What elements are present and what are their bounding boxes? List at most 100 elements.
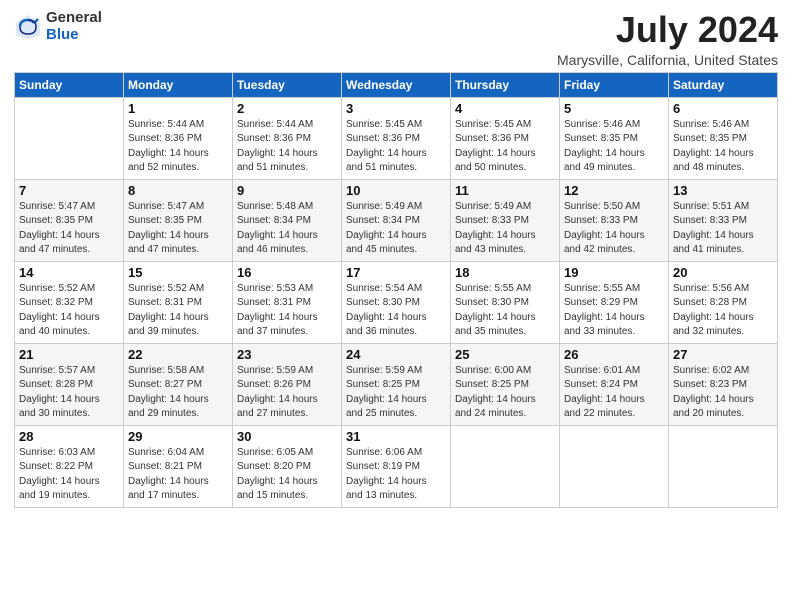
week-row-0: 1Sunrise: 5:44 AMSunset: 8:36 PMDaylight…: [15, 97, 778, 179]
calendar-cell: 9 Sunrise: 5:48 AMSunset: 8:34 PMDaylight…: [233, 179, 342, 261]
day-info: Sunrise: 5:49 AMSunset: 8:33 PMDaylight:…: [455, 200, 555, 258]
logo-icon: [14, 13, 42, 41]
header-friday: Friday: [560, 72, 669, 97]
day-number: 23: [237, 347, 337, 362]
day-info: Sunrise: 5:52 AMSunset: 8:31 PMDaylight:…: [128, 282, 228, 340]
day-info: Sunrise: 6:04 AMSunset: 8:21 PMDaylight:…: [128, 446, 228, 504]
header-monday: Monday: [124, 72, 233, 97]
day-info: Sunrise: 6:06 AMSunset: 8:19 PMDaylight:…: [346, 446, 446, 504]
day-info: Sunrise: 5:46 AMSunset: 8:35 PMDaylight:…: [564, 118, 664, 176]
day-number: 21: [19, 347, 119, 362]
day-info: Sunrise: 5:59 AMSunset: 8:25 PMDaylight:…: [346, 364, 446, 422]
logo-general: General: [46, 10, 102, 27]
calendar-cell: 18Sunrise: 5:55 AMSunset: 8:30 PMDayligh…: [451, 261, 560, 343]
header-wednesday: Wednesday: [342, 72, 451, 97]
day-info: Sunrise: 5:55 AMSunset: 8:30 PMDaylight:…: [455, 282, 555, 340]
day-info: Sunrise: 5:53 AMSunset: 8:31 PMDaylight:…: [237, 282, 337, 340]
day-number: 3: [346, 101, 446, 116]
day-info: Sunrise: 6:03 AMSunset: 8:22 PMDaylight:…: [19, 446, 119, 504]
header: General Blue July 2024 Marysville, Calif…: [14, 10, 778, 68]
week-row-2: 14Sunrise: 5:52 AMSunset: 8:32 PMDayligh…: [15, 261, 778, 343]
day-number: 30: [237, 429, 337, 444]
day-number: 27: [673, 347, 773, 362]
calendar-cell: 23 Sunrise: 5:59 AMSunset: 8:26 PMDayligh…: [233, 343, 342, 425]
day-info: Sunrise: 5:50 AMSunset: 8:33 PMDaylight:…: [564, 200, 664, 258]
day-info: Sunrise: 5:57 AMSunset: 8:28 PMDaylight:…: [19, 364, 119, 422]
day-info: Sunrise: 5:45 AMSunset: 8:36 PMDaylight:…: [346, 118, 446, 176]
day-info: Sunrise: 6:01 AMSunset: 8:24 PMDaylight:…: [564, 364, 664, 422]
calendar-cell: 8Sunrise: 5:47 AMSunset: 8:35 PMDaylight…: [124, 179, 233, 261]
header-tuesday: Tuesday: [233, 72, 342, 97]
calendar-table: SundayMondayTuesdayWednesdayThursdayFrid…: [14, 72, 778, 508]
calendar-cell: 20 Sunrise: 5:56 AMSunset: 8:28 PMDayligh…: [669, 261, 778, 343]
day-number: 15: [128, 265, 228, 280]
day-number: 31: [346, 429, 446, 444]
day-number: 26: [564, 347, 664, 362]
calendar-cell: 19Sunrise: 5:55 AMSunset: 8:29 PMDayligh…: [560, 261, 669, 343]
header-thursday: Thursday: [451, 72, 560, 97]
day-number: 9: [237, 183, 337, 198]
calendar-cell: [15, 97, 124, 179]
day-info: Sunrise: 5:44 AMSunset: 8:36 PMDaylight:…: [237, 118, 337, 176]
day-number: 19: [564, 265, 664, 280]
calendar-cell: 22 Sunrise: 5:58 AMSunset: 8:27 PMDayligh…: [124, 343, 233, 425]
day-number: 2: [237, 101, 337, 116]
calendar-cell: 16Sunrise: 5:53 AMSunset: 8:31 PMDayligh…: [233, 261, 342, 343]
day-number: 7: [19, 183, 119, 198]
calendar-cell: [669, 425, 778, 507]
day-info: Sunrise: 5:56 AMSunset: 8:28 PMDaylight:…: [673, 282, 773, 340]
day-number: 17: [346, 265, 446, 280]
calendar-cell: [560, 425, 669, 507]
week-row-1: 7 Sunrise: 5:47 AMSunset: 8:35 PMDaylight…: [15, 179, 778, 261]
calendar-body: 1Sunrise: 5:44 AMSunset: 8:36 PMDaylight…: [15, 97, 778, 507]
calendar-cell: 5Sunrise: 5:46 AMSunset: 8:35 PMDaylight…: [560, 97, 669, 179]
calendar-cell: 3 Sunrise: 5:45 AMSunset: 8:36 PMDaylight…: [342, 97, 451, 179]
month-year: July 2024: [557, 10, 778, 50]
calendar-header: SundayMondayTuesdayWednesdayThursdayFrid…: [15, 72, 778, 97]
day-info: Sunrise: 5:47 AMSunset: 8:35 PMDaylight:…: [19, 200, 119, 258]
logo-blue: Blue: [46, 27, 102, 44]
week-row-4: 28 Sunrise: 6:03 AMSunset: 8:22 PMDayligh…: [15, 425, 778, 507]
header-sunday: Sunday: [15, 72, 124, 97]
day-number: 20: [673, 265, 773, 280]
day-info: Sunrise: 5:49 AMSunset: 8:34 PMDaylight:…: [346, 200, 446, 258]
day-info: Sunrise: 5:46 AMSunset: 8:35 PMDaylight:…: [673, 118, 773, 176]
day-info: Sunrise: 5:59 AMSunset: 8:26 PMDaylight:…: [237, 364, 337, 422]
day-info: Sunrise: 5:51 AMSunset: 8:33 PMDaylight:…: [673, 200, 773, 258]
week-row-3: 21 Sunrise: 5:57 AMSunset: 8:28 PMDayligh…: [15, 343, 778, 425]
calendar-cell: 1Sunrise: 5:44 AMSunset: 8:36 PMDaylight…: [124, 97, 233, 179]
day-info: Sunrise: 5:48 AMSunset: 8:34 PMDaylight:…: [237, 200, 337, 258]
calendar-cell: 28 Sunrise: 6:03 AMSunset: 8:22 PMDayligh…: [15, 425, 124, 507]
day-number: 13: [673, 183, 773, 198]
calendar-cell: 11 Sunrise: 5:49 AMSunset: 8:33 PMDayligh…: [451, 179, 560, 261]
calendar-cell: 26 Sunrise: 6:01 AMSunset: 8:24 PMDayligh…: [560, 343, 669, 425]
calendar-cell: 12 Sunrise: 5:50 AMSunset: 8:33 PMDayligh…: [560, 179, 669, 261]
day-info: Sunrise: 5:44 AMSunset: 8:36 PMDaylight:…: [128, 118, 228, 176]
calendar-cell: 21 Sunrise: 5:57 AMSunset: 8:28 PMDayligh…: [15, 343, 124, 425]
day-number: 11: [455, 183, 555, 198]
page-container: General Blue July 2024 Marysville, Calif…: [0, 0, 792, 516]
calendar-cell: 24Sunrise: 5:59 AMSunset: 8:25 PMDayligh…: [342, 343, 451, 425]
calendar-cell: 6 Sunrise: 5:46 AMSunset: 8:35 PMDaylight…: [669, 97, 778, 179]
calendar-cell: 25Sunrise: 6:00 AMSunset: 8:25 PMDayligh…: [451, 343, 560, 425]
calendar-cell: 4 Sunrise: 5:45 AMSunset: 8:36 PMDaylight…: [451, 97, 560, 179]
day-number: 4: [455, 101, 555, 116]
day-number: 10: [346, 183, 446, 198]
calendar-cell: 2 Sunrise: 5:44 AMSunset: 8:36 PMDaylight…: [233, 97, 342, 179]
day-number: 14: [19, 265, 119, 280]
day-number: 22: [128, 347, 228, 362]
day-number: 28: [19, 429, 119, 444]
day-info: Sunrise: 6:05 AMSunset: 8:20 PMDaylight:…: [237, 446, 337, 504]
calendar-cell: 31 Sunrise: 6:06 AMSunset: 8:19 PMDayligh…: [342, 425, 451, 507]
day-info: Sunrise: 5:47 AMSunset: 8:35 PMDaylight:…: [128, 200, 228, 258]
location: Marysville, California, United States: [557, 52, 778, 68]
day-info: Sunrise: 5:58 AMSunset: 8:27 PMDaylight:…: [128, 364, 228, 422]
day-number: 6: [673, 101, 773, 116]
title-block: July 2024 Marysville, California, United…: [557, 10, 778, 68]
day-info: Sunrise: 5:45 AMSunset: 8:36 PMDaylight:…: [455, 118, 555, 176]
calendar-cell: 15 Sunrise: 5:52 AMSunset: 8:31 PMDayligh…: [124, 261, 233, 343]
calendar-cell: 17Sunrise: 5:54 AMSunset: 8:30 PMDayligh…: [342, 261, 451, 343]
calendar-cell: 29Sunrise: 6:04 AMSunset: 8:21 PMDayligh…: [124, 425, 233, 507]
day-info: Sunrise: 6:02 AMSunset: 8:23 PMDaylight:…: [673, 364, 773, 422]
day-number: 12: [564, 183, 664, 198]
